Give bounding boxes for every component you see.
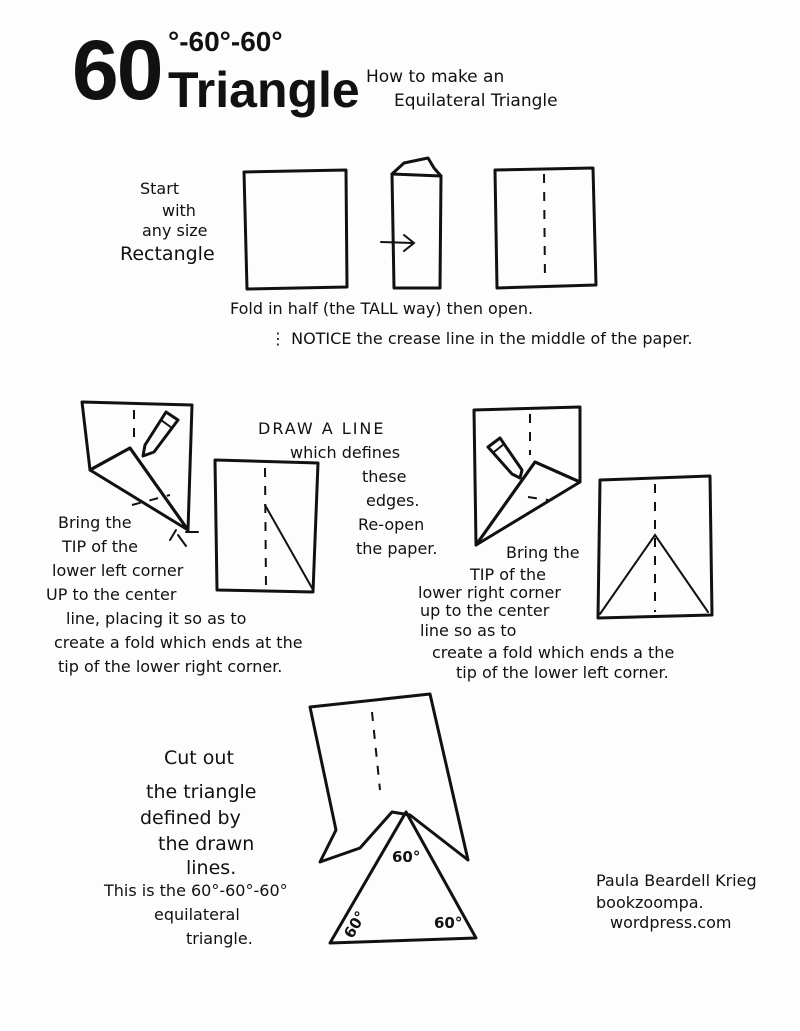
page-title: Triangle (168, 62, 360, 118)
angle-label-left: 60° (340, 908, 370, 942)
start-line-1: Start (140, 179, 180, 198)
left-instruction-6: create a fold which ends at the (54, 633, 303, 652)
notice-text: NOTICE the crease line in the middle of … (291, 329, 693, 348)
cut-line-8: triangle. (186, 929, 253, 948)
cut-line-2: the triangle (146, 781, 257, 803)
right-instruction-3: lower right corner (418, 583, 561, 602)
right-instruction-6: create a fold which ends a the (432, 643, 675, 662)
left-instruction-1: Bring the (58, 513, 132, 532)
cut-line-6: This is the 60°-60°-60° (104, 881, 288, 900)
left-instruction-2: TIP of the (62, 537, 138, 556)
angle-label-right: 60° (434, 914, 462, 932)
folded-sheet (380, 156, 443, 290)
subtitle-line2: Equilateral Triangle (394, 91, 558, 111)
cut-line-7: equilateral (154, 905, 240, 924)
subtitle-line1: How to make an (366, 67, 505, 87)
start-line-2: with (162, 201, 196, 220)
title-number: 60 (72, 23, 163, 117)
left-diagonal-crease-sheet (213, 458, 320, 594)
left-instruction-3: lower left corner (52, 561, 184, 580)
rectangle-sheet (242, 168, 349, 291)
angle-label-top: 60° (392, 848, 420, 866)
pencil-icon (141, 410, 180, 458)
right-instruction-1: Bring the (506, 543, 580, 562)
draw-line-3: these (362, 467, 407, 486)
cut-triangle-sheet (308, 692, 478, 945)
site-line-1: bookzoompa. (596, 893, 704, 912)
draw-line-2: which defines (290, 443, 401, 462)
start-line-3: any size (142, 221, 208, 240)
right-instruction-5: line so as to (420, 621, 517, 640)
title-degrees: °-60°-60° (168, 26, 283, 57)
left-instruction-7: tip of the lower right corner. (58, 657, 283, 676)
right-instruction-7: tip of the lower left corner. (456, 663, 669, 682)
draw-line-6: the paper. (356, 539, 438, 558)
fold-right-corner-sheet (472, 405, 582, 547)
both-creases-sheet (596, 474, 714, 620)
pencil-icon (486, 436, 524, 480)
cut-line-3: defined by (140, 807, 241, 829)
draw-line-1: DRAW A LINE (258, 419, 386, 438)
notice-instruction: ⋮ NOTICE the crease line in the middle o… (270, 329, 693, 348)
site-line-2: wordpress.com (610, 913, 732, 932)
opened-sheet-with-crease (493, 166, 598, 290)
fold-instruction: Fold in half (the TALL way) then open. (230, 299, 534, 318)
right-instruction-2: TIP of the (470, 565, 546, 584)
draw-line-4: edges. (366, 491, 420, 510)
right-instruction-4: up to the center (420, 601, 550, 620)
draw-line-5: Re-open (358, 515, 425, 534)
notice-mark: ⋮ (270, 329, 292, 348)
left-instruction-5: line, placing it so as to (66, 609, 247, 628)
cut-line-5: lines. (186, 857, 237, 879)
start-line-4: Rectangle (120, 243, 215, 265)
cut-line-4: the drawn (158, 833, 255, 855)
left-instruction-4: UP to the center (46, 585, 177, 604)
cut-line-1: Cut out (164, 747, 234, 769)
author-credit: Paula Beardell Krieg (596, 871, 757, 890)
